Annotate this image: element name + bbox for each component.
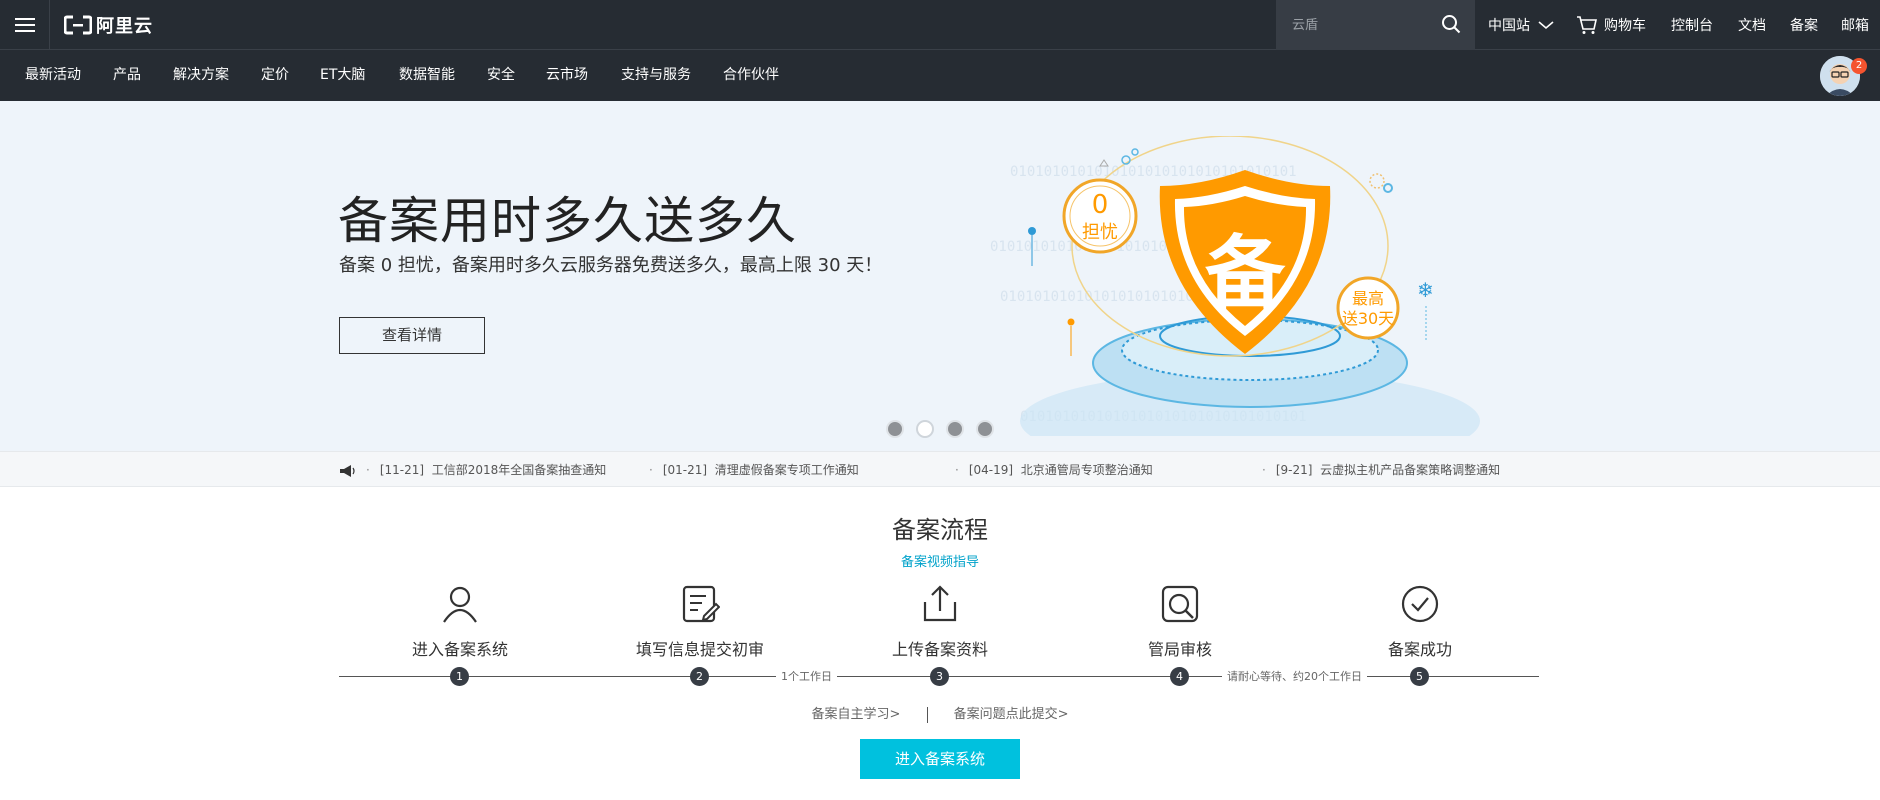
cart-link[interactable]: 购物车	[1576, 0, 1646, 50]
svg-text:❄: ❄	[1417, 278, 1434, 302]
mail-link[interactable]: 邮箱	[1841, 0, 1869, 50]
step-number: 5	[1410, 667, 1429, 686]
left-circle-number: 0	[1092, 190, 1109, 220]
notice-item[interactable]: · [11-21] 工信部2018年全国备案抽查通知	[366, 452, 606, 488]
nav-item-data-intelligence[interactable]: 数据智能	[399, 50, 455, 101]
hamburger-menu-icon[interactable]	[0, 0, 50, 50]
nav-item-support[interactable]: 支持与服务	[621, 50, 691, 101]
step-label: 备案成功	[1387, 640, 1452, 659]
form-edit-icon	[680, 584, 721, 624]
top-bar: 阿里云 中国站 购物车 控制台 文档 备案 邮箱	[0, 0, 1880, 50]
aliyun-logo[interactable]: 阿里云	[64, 13, 153, 37]
step-number: 3	[930, 667, 949, 686]
step-label: 填写信息提交初审	[635, 640, 764, 659]
notification-badge: 2	[1851, 58, 1867, 74]
process-title: 备案流程	[892, 516, 988, 544]
beian-link[interactable]: 备案	[1790, 0, 1818, 50]
region-selector[interactable]: 中国站	[1488, 0, 1554, 50]
cart-icon	[1577, 16, 1597, 34]
help-links: 备案自主学习> 备案问题点此提交>	[0, 703, 1880, 723]
step-label: 上传备案资料	[891, 640, 988, 659]
gap-text-1: 1个工作日	[776, 668, 837, 684]
docs-link[interactable]: 文档	[1738, 0, 1766, 50]
notice-bar: · [11-21] 工信部2018年全国备案抽查通知 · [01-21] 清理虚假备…	[0, 451, 1880, 487]
nav-item-products[interactable]: 产品	[113, 50, 141, 101]
search-icon[interactable]	[1441, 14, 1463, 36]
enter-beian-system-button[interactable]: 进入备案系统	[860, 739, 1020, 779]
step-number: 2	[690, 667, 709, 686]
chevron-down-icon	[1538, 21, 1554, 30]
notice-item[interactable]: · [01-21] 清理虚假备案专项工作通知	[649, 452, 859, 488]
nav-item-pricing[interactable]: 定价	[261, 50, 289, 101]
notice-item[interactable]: · [04-19] 北京通管局专项整治通知	[955, 452, 1153, 488]
console-link[interactable]: 控制台	[1671, 0, 1713, 50]
banner-subtitle: 备案 0 担忧，备案用时多久云服务器免费送多久，最高上限 30 天！	[339, 255, 883, 276]
submit-issue-link[interactable]: 备案问题点此提交>	[954, 707, 1069, 722]
process-step: 管局审核	[1090, 584, 1270, 660]
process-step: 填写信息提交初审	[610, 584, 790, 660]
carousel-dot-4[interactable]	[976, 420, 994, 438]
right-circle-text-bottom: 送30天	[1342, 309, 1394, 328]
step-label: 进入备案系统	[411, 640, 508, 659]
right-circle-text-top: 最高	[1352, 289, 1384, 308]
step-number: 1	[450, 667, 469, 686]
shield-char: 备	[1205, 227, 1286, 320]
logo-text: 阿里云	[96, 16, 153, 37]
carousel-dot-1[interactable]	[886, 420, 904, 438]
view-details-button[interactable]: 查看详情	[339, 317, 485, 354]
notice-item[interactable]: · [9-21] 云虚拟主机产品备案策略调整通知	[1262, 452, 1500, 488]
nav-item-activities[interactable]: 最新活动	[25, 50, 81, 101]
review-search-icon	[1160, 584, 1200, 624]
megaphone-icon	[340, 465, 355, 477]
nav-item-et-brain[interactable]: ET大脑	[320, 50, 365, 101]
check-circle-icon	[1400, 584, 1440, 624]
step-number: 4	[1170, 667, 1189, 686]
region-label: 中国站	[1488, 18, 1530, 34]
process-step: 备案成功	[1330, 584, 1510, 660]
nav-item-partners[interactable]: 合作伙伴	[723, 50, 779, 101]
step-label: 管局审核	[1147, 640, 1212, 659]
process-step: 上传备案资料	[850, 584, 1030, 660]
gap-text-2: 请耐心等待、约20个工作日	[1222, 668, 1367, 684]
search-box	[1276, 0, 1475, 50]
carousel-dots	[886, 420, 994, 438]
nav-item-security[interactable]: 安全	[487, 50, 515, 101]
self-study-link[interactable]: 备案自主学习>	[811, 707, 900, 722]
beian-shield-illustration: 0101010101010101010101010101010101 01010…	[990, 136, 1480, 436]
carousel-dot-2[interactable]	[916, 420, 934, 438]
process-step: 进入备案系统	[370, 584, 550, 660]
aliyun-logo-icon	[64, 15, 92, 35]
cart-label: 购物车	[1604, 18, 1646, 34]
upload-icon	[920, 584, 960, 624]
search-input[interactable]	[1290, 12, 1430, 38]
nav-item-marketplace[interactable]: 云市场	[546, 50, 588, 101]
carousel-dot-3[interactable]	[946, 420, 964, 438]
video-guide-link[interactable]: 备案视频指导	[0, 551, 1880, 570]
banner-title: 备案用时多久送多久	[338, 192, 797, 250]
divider	[926, 706, 928, 723]
main-nav: 最新活动 产品 解决方案 定价 ET大脑 数据智能 安全 云市场 支持与服务 合…	[0, 50, 1880, 101]
hero-banner: 备案用时多久送多久 备案 0 担忧，备案用时多久云服务器免费送多久，最高上限 3…	[0, 101, 1880, 451]
nav-item-solutions[interactable]: 解决方案	[173, 50, 229, 101]
user-icon	[440, 584, 480, 624]
left-circle-text: 担忧	[1082, 222, 1118, 243]
